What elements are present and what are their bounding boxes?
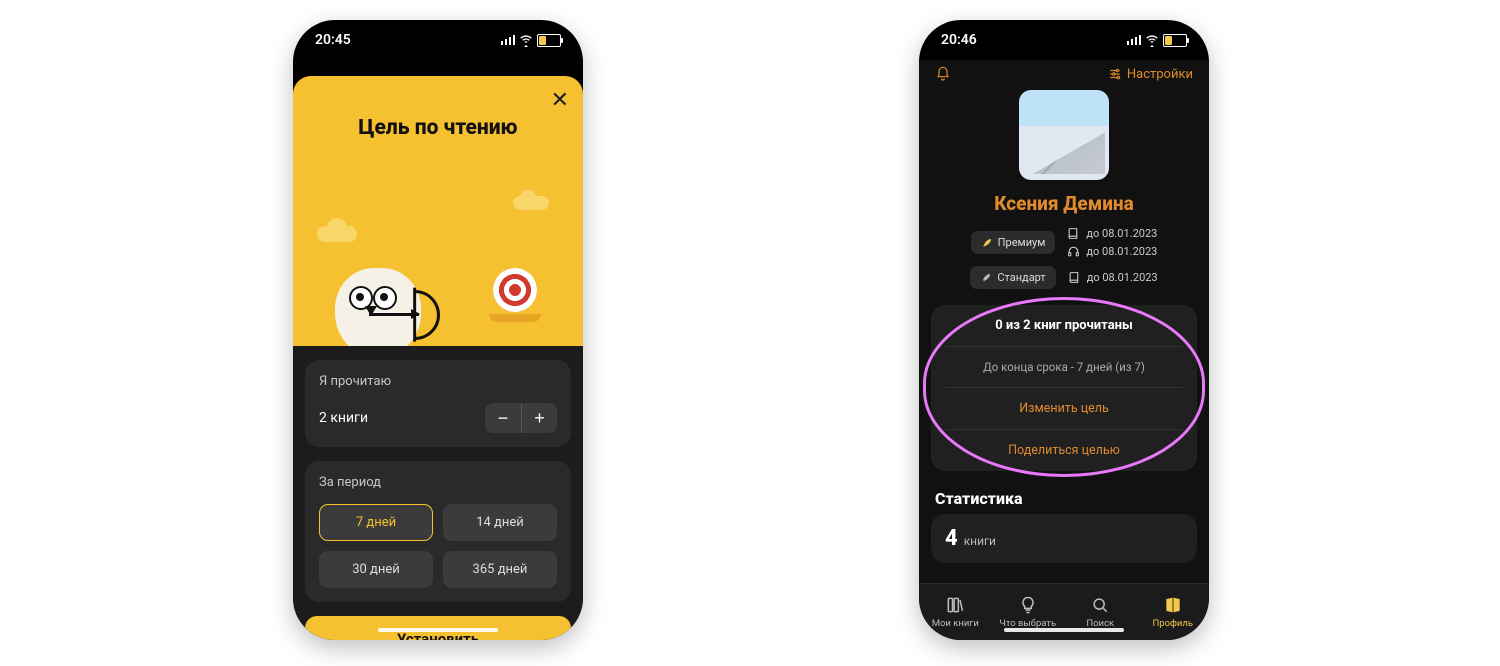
tab-profile[interactable]: Профиль [1137, 584, 1210, 640]
settings-link[interactable]: Настройки [1108, 67, 1193, 82]
goal-hero: ✕ Цель по чтению [293, 76, 583, 346]
premium-chip[interactable]: Премиум [971, 231, 1056, 254]
home-indicator[interactable] [378, 628, 498, 632]
increment-button[interactable]: + [521, 403, 557, 433]
cloud-decoration [317, 226, 357, 242]
status-indicators [1127, 33, 1188, 47]
books-icon [945, 595, 965, 615]
tab-label: Мои книги [932, 618, 979, 629]
book-icon [1067, 227, 1080, 240]
stats-heading: Статистика [935, 489, 1193, 508]
status-time: 20:46 [941, 32, 977, 48]
standard-book-date: до 08.01.2023 [1087, 271, 1158, 284]
battery-icon [537, 34, 561, 47]
stats-card[interactable]: 4 книги [931, 514, 1197, 563]
home-indicator[interactable] [1004, 628, 1124, 632]
books-count-stepper: − + [485, 403, 557, 433]
target-illustration [493, 268, 537, 312]
goal-deadline-text: До конца срока - 7 дней (из 7) [931, 347, 1197, 387]
books-count-card: Я прочитаю 2 книги − + [305, 360, 571, 447]
share-goal-link[interactable]: Поделиться целью [931, 430, 1197, 471]
feather-icon [980, 272, 992, 284]
profile-name: Ксения Демина [919, 192, 1209, 215]
premium-book-date: до 08.01.2023 [1086, 227, 1157, 240]
stats-books-label: книги [964, 534, 996, 548]
tab-my-books[interactable]: Мои книги [919, 584, 992, 640]
close-icon[interactable]: ✕ [551, 90, 569, 112]
reading-goal-sheet: ✕ Цель по чтению Я прочитаю 2 книги [293, 76, 583, 640]
phone-goal-setup: 20:45 ✕ Цель по чтению [293, 20, 583, 640]
cellular-icon [501, 35, 516, 45]
period-card: За период 7 дней 14 дней 30 дней 365 дне… [305, 461, 571, 602]
will-read-label: Я прочитаю [319, 374, 557, 389]
status-bar: 20:45 [293, 20, 583, 60]
period-label: За период [319, 475, 557, 490]
premium-label: Премиум [998, 236, 1046, 249]
period-option-14[interactable]: 14 дней [443, 504, 557, 541]
wifi-icon [1145, 33, 1159, 47]
tab-label: Профиль [1152, 618, 1193, 629]
wifi-icon [519, 33, 533, 47]
bulb-icon [1018, 595, 1038, 615]
status-indicators [501, 33, 562, 47]
headphones-icon [1067, 245, 1080, 258]
avatar[interactable] [1019, 90, 1109, 180]
search-icon [1090, 595, 1110, 615]
edit-goal-link[interactable]: Изменить цель [931, 388, 1197, 429]
profile-screen: Настройки Ксения Демина Премиум [919, 60, 1209, 584]
period-option-365[interactable]: 365 дней [443, 551, 557, 588]
goal-title: Цель по чтению [293, 116, 583, 140]
cellular-icon [1127, 35, 1142, 45]
phone-profile: 20:46 Настройки [919, 20, 1209, 640]
books-count-value: 2 книги [319, 410, 368, 426]
battery-icon [1163, 34, 1187, 47]
status-time: 20:45 [315, 32, 351, 48]
period-option-7[interactable]: 7 дней [319, 504, 433, 541]
stats-books-count: 4 [945, 526, 958, 551]
standard-label: Стандарт [997, 271, 1045, 284]
decrement-button[interactable]: − [485, 403, 521, 433]
sliders-icon [1108, 67, 1122, 81]
subscription-info: Премиум до 08.01.2023 до 08.01.2023 [919, 227, 1209, 289]
period-option-30[interactable]: 30 дней [319, 551, 433, 588]
standard-chip[interactable]: Стандарт [970, 266, 1055, 289]
premium-audio-date: до 08.01.2023 [1086, 245, 1157, 258]
notifications-icon[interactable] [935, 66, 951, 82]
feather-icon [981, 237, 993, 249]
settings-label: Настройки [1127, 67, 1193, 82]
cloud-decoration [513, 196, 549, 210]
reading-goal-card: 0 из 2 книг прочитаны До конца срока - 7… [931, 305, 1197, 471]
book-icon [1068, 271, 1081, 284]
owl-archer-illustration [335, 268, 421, 346]
status-bar: 20:46 [919, 20, 1209, 60]
goal-progress-text: 0 из 2 книг прочитаны [931, 305, 1197, 346]
profile-icon [1163, 595, 1183, 615]
